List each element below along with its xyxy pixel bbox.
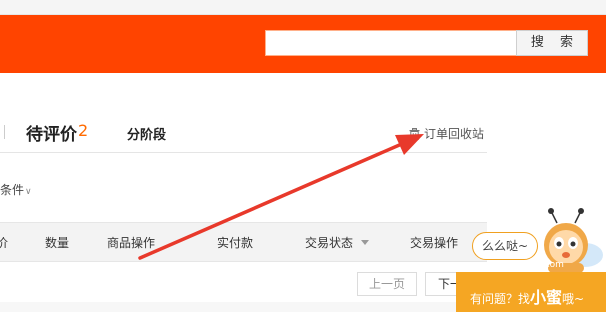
help-prompt[interactable]: 有问题？找小蜜哦~ (470, 284, 584, 308)
help-prefix: 有问题？找 (470, 292, 531, 306)
help-bubble: 么么哒~ (472, 232, 538, 260)
watermark-text: zhinan.sogou.com (482, 260, 564, 270)
help-suffix: 哦~ (562, 292, 585, 306)
help-highlight: 小蜜 (530, 288, 563, 307)
